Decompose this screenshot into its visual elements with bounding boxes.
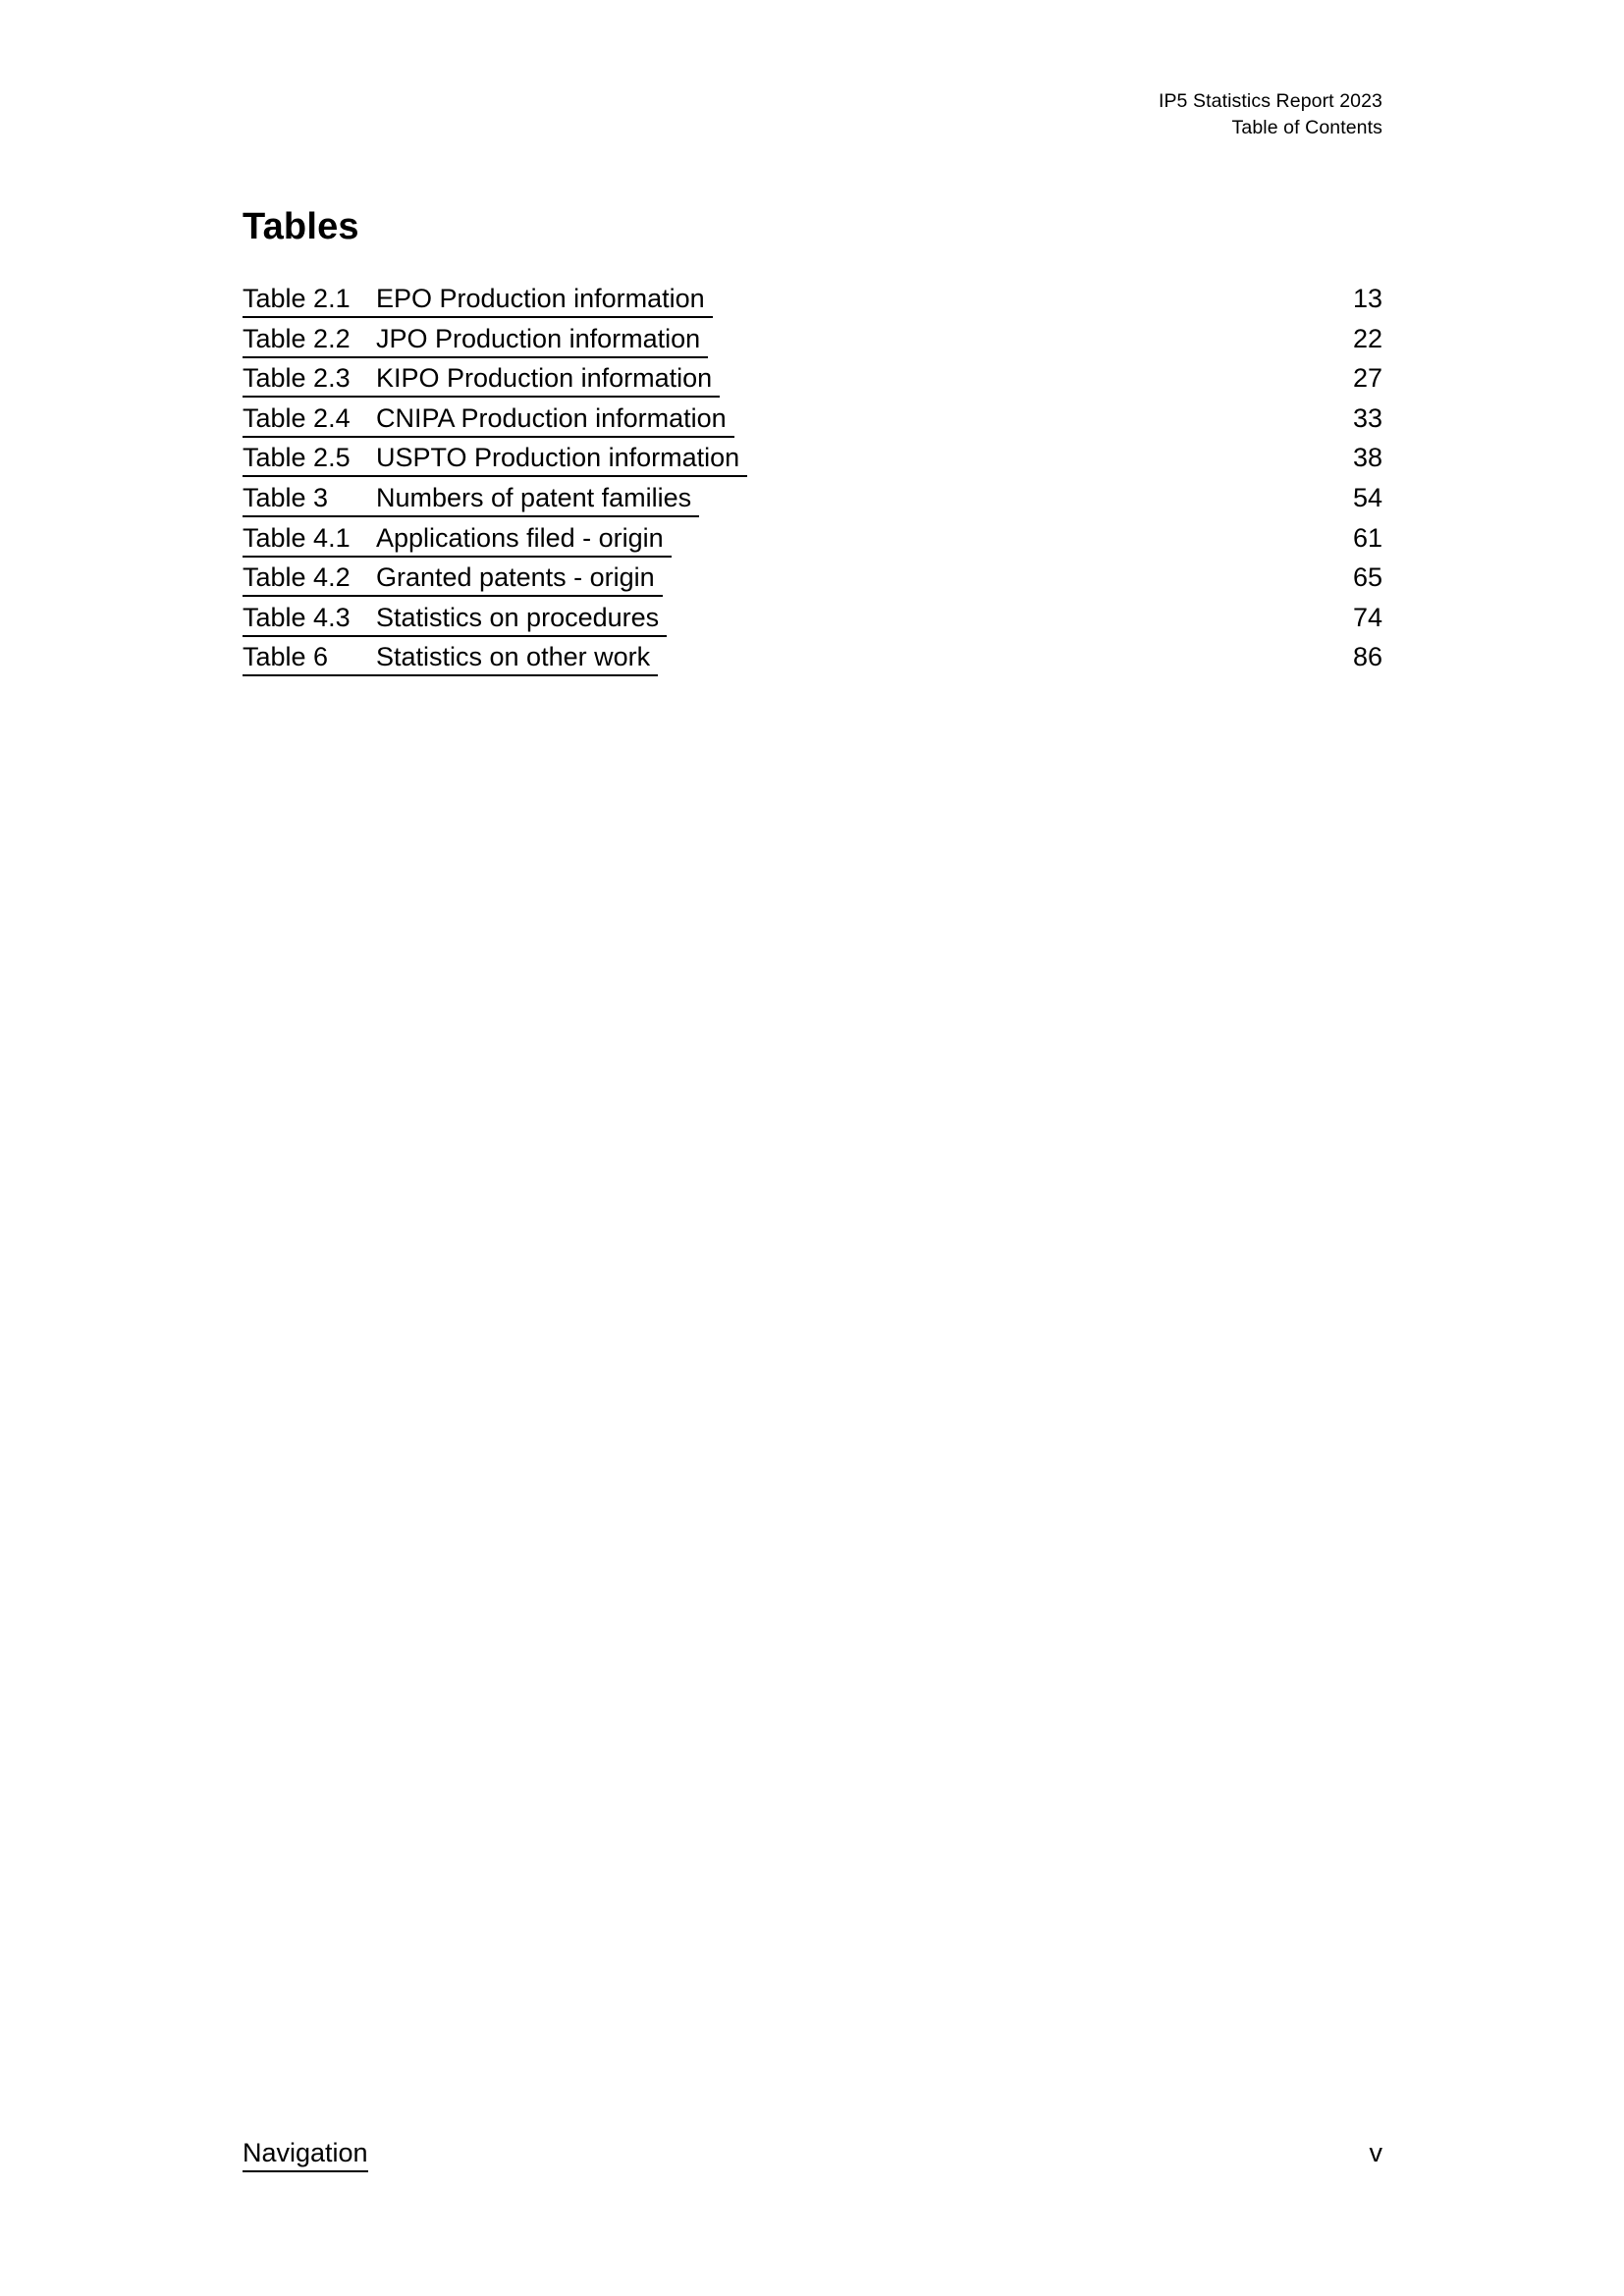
- toc-entry-page-number: 13: [1352, 284, 1382, 313]
- toc-entry-title: Granted patents - origin: [376, 562, 655, 593]
- toc-entry-link[interactable]: Table 2.2 JPO Production information: [243, 323, 709, 358]
- navigation-link[interactable]: Navigation: [243, 2137, 368, 2172]
- toc-entry-label: Table 3: [243, 482, 329, 512]
- toc-entry-page-number: 27: [1352, 363, 1382, 394]
- toc-entry-link[interactable]: Table 4.1 Applications filed - origin: [243, 522, 672, 558]
- toc-entry-link[interactable]: Table 4.3 Statistics on procedures: [243, 602, 668, 637]
- toc-entry-label: Table 2.3: [243, 363, 351, 394]
- toc-entry: Table 2.4 CNIPA Production information 33: [243, 402, 1382, 443]
- toc-entry-label: Table 4.2: [243, 562, 351, 593]
- toc-entry-page-number: 54: [1352, 482, 1382, 512]
- running-header: IP5 Statistics Report 2023 Table of Cont…: [1159, 88, 1382, 141]
- toc-entry-label: Table 2.4: [243, 402, 351, 433]
- toc-entry-page-number: 65: [1352, 562, 1382, 593]
- toc-entry-page-number: 22: [1352, 323, 1382, 353]
- toc-entry-title: Statistics on other work: [376, 642, 651, 672]
- toc-entry-link[interactable]: Table 6 Statistics on other work: [243, 641, 659, 677]
- toc-entry: Table 2.1 EPO Production information 13: [243, 283, 1382, 323]
- toc-entry-label: Table 4.1: [243, 522, 351, 553]
- toc-entry-page-number: 86: [1352, 642, 1382, 672]
- toc-entry-title: Statistics on procedures: [376, 602, 660, 632]
- toc-entry-link[interactable]: Table 2.3 KIPO Production information: [243, 362, 721, 399]
- document-page: IP5 Statistics Report 2023 Table of Cont…: [0, 0, 1624, 2296]
- page-number: v: [1369, 2138, 1383, 2167]
- running-header-section: Table of Contents: [1231, 117, 1382, 138]
- toc-entry-page-number: 33: [1352, 402, 1382, 433]
- toc-entry-label: Table 2.2: [243, 323, 351, 353]
- toc-entry-title: KIPO Production information: [376, 363, 713, 394]
- toc-entry: Table 4.1 Applications filed - origin 61: [243, 522, 1382, 562]
- toc-entry-title: CNIPA Production information: [376, 402, 727, 433]
- toc-entry: Table 2.5 USPTO Production information 38: [243, 442, 1382, 482]
- toc-entry-title: EPO Production information: [376, 284, 705, 313]
- toc-entry-label: Table 2.1: [243, 284, 351, 313]
- toc-entry-title: Numbers of patent families: [376, 482, 692, 512]
- toc-entry-page-number: 38: [1352, 443, 1382, 473]
- toc-entry-link[interactable]: Table 4.2 Granted patents - origin: [243, 561, 663, 598]
- toc-entry-page-number: 61: [1352, 522, 1382, 553]
- toc-entry: Table 4.3 Statistics on procedures 74: [243, 602, 1382, 642]
- toc-entry-link[interactable]: Table 2.4 CNIPA Production information: [243, 402, 734, 438]
- toc-entry-title: Applications filed - origin: [376, 522, 664, 553]
- toc-entry: Table 6 Statistics on other work 86: [243, 641, 1382, 681]
- page-footer: Navigation v: [243, 2137, 1382, 2172]
- toc-entry-label: Table 2.5: [243, 443, 351, 473]
- toc-entry: Table 2.2 JPO Production information 22: [243, 323, 1382, 363]
- toc-entry-label: Table 4.3: [243, 602, 351, 632]
- toc-entry-title: USPTO Production information: [376, 443, 740, 473]
- toc-entry: Table 4.2 Granted patents - origin 65: [243, 561, 1382, 602]
- toc-entry-title: JPO Production information: [376, 323, 701, 353]
- toc-entry-page-number: 74: [1352, 602, 1382, 632]
- toc-entry-link[interactable]: Table 2.1 EPO Production information: [243, 283, 713, 318]
- toc-entry-label: Table 6: [243, 642, 329, 672]
- running-header-report-title: IP5 Statistics Report 2023: [1158, 90, 1382, 112]
- toc-entry-link[interactable]: Table 2.5 USPTO Production information: [243, 442, 748, 478]
- toc-entry: Table 2.3 KIPO Production information 27: [243, 362, 1382, 402]
- page-title: Tables: [243, 206, 359, 248]
- toc-entry-link[interactable]: Table 3 Numbers of patent families: [243, 482, 700, 517]
- table-of-contents-list: Table 2.1 EPO Production information 13 Tab…: [243, 283, 1382, 681]
- toc-entry: Table 3 Numbers of patent families 54: [243, 482, 1382, 522]
